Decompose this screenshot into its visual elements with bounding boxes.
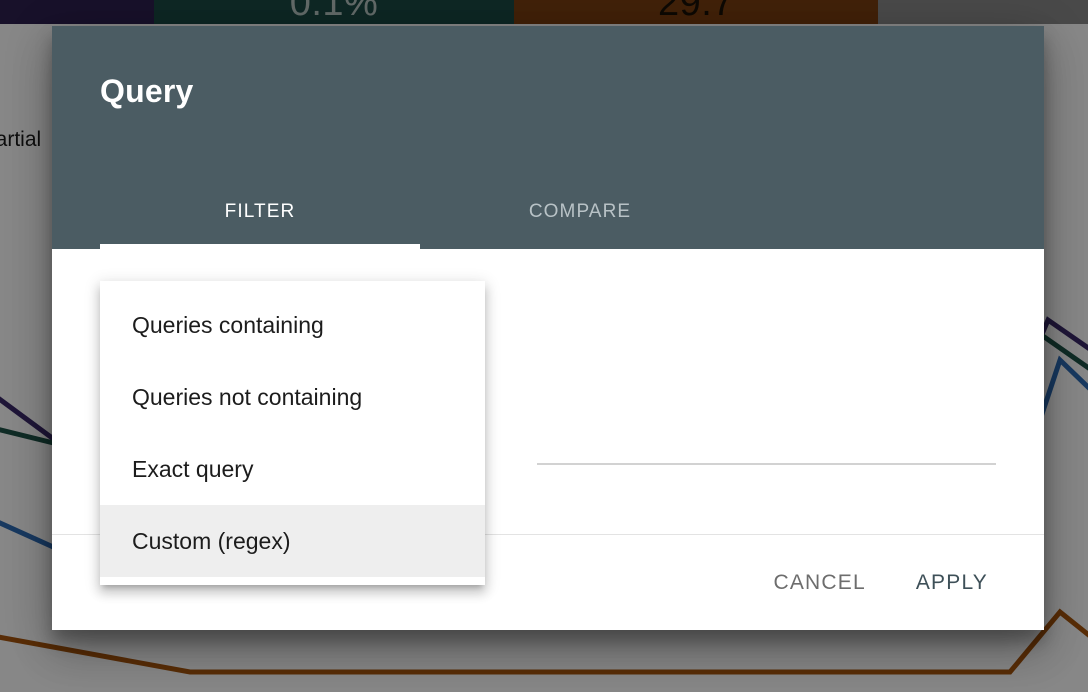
dialog-tabs: FILTER COMPARE — [100, 175, 740, 249]
filter-type-option-queries-not-containing[interactable]: Queries not containing — [100, 361, 485, 433]
filter-type-option-queries-containing[interactable]: Queries containing — [100, 289, 485, 361]
filter-type-option-exact-query[interactable]: Exact query — [100, 433, 485, 505]
dialog-title: Query — [100, 73, 194, 109]
page-root: 0.1% 29.7 partial Query FILTER — [0, 0, 1088, 692]
tab-compare[interactable]: COMPARE — [420, 175, 740, 249]
cancel-button[interactable]: CANCEL — [753, 559, 885, 607]
apply-button[interactable]: APPLY — [896, 559, 1008, 607]
filter-type-menu: Queries containing Queries not containin… — [100, 281, 485, 585]
dialog-header: Query FILTER COMPARE — [52, 26, 1044, 249]
filter-type-option-custom-regex[interactable]: Custom (regex) — [100, 505, 485, 577]
filter-value-input[interactable] — [537, 425, 996, 465]
tab-filter[interactable]: FILTER — [100, 175, 420, 249]
